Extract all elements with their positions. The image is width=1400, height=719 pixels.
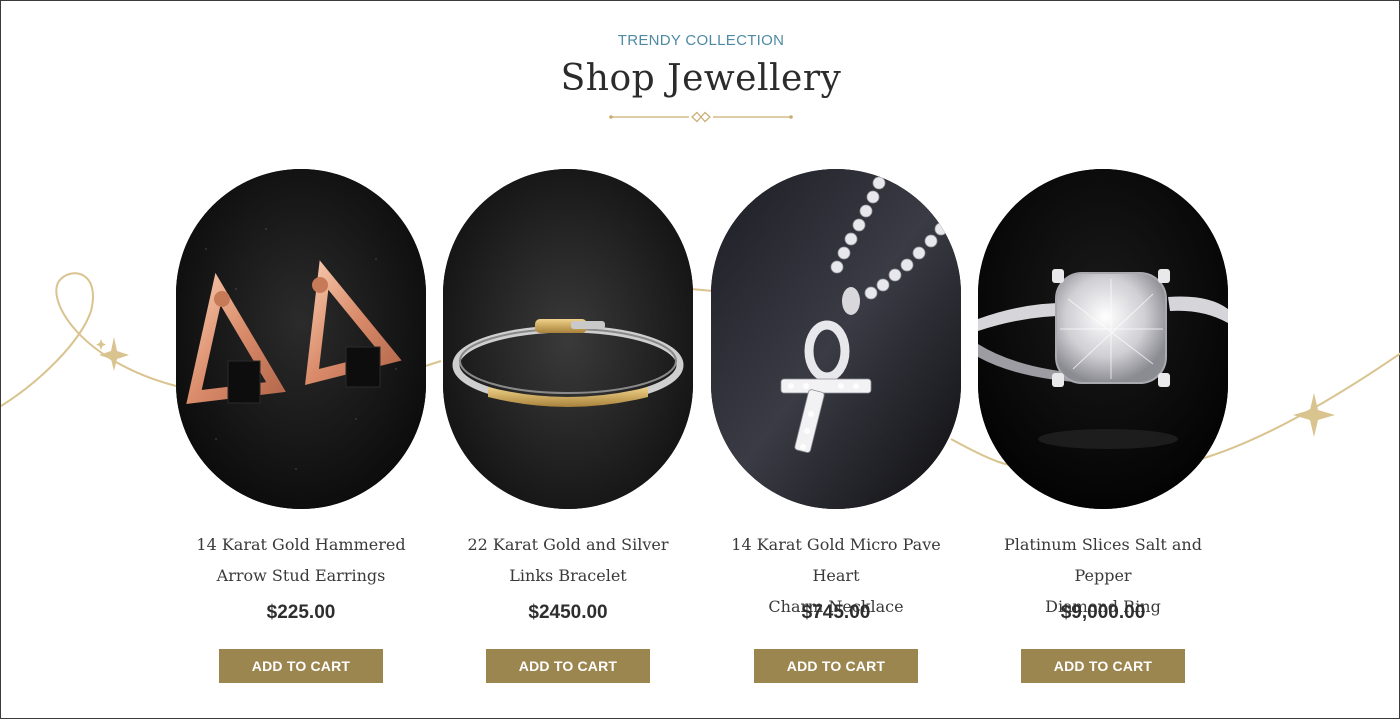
sparkle-icon <box>96 337 129 371</box>
product-image-ring[interactable] <box>978 169 1228 509</box>
product-card: 14 Karat Gold Micro Pave Heart Charm Nec… <box>702 169 970 683</box>
product-name-line: 14 Karat Gold Micro Pave Heart <box>731 535 941 585</box>
add-to-cart-button[interactable]: ADD TO CART <box>754 649 918 683</box>
product-name[interactable]: Platinum Slices Salt and Pepper Diamond … <box>969 529 1237 616</box>
product-card: Platinum Slices Salt and Pepper Diamond … <box>969 169 1237 683</box>
product-name[interactable]: 14 Karat Gold Micro Pave Heart Charm Nec… <box>702 529 970 616</box>
product-name-line: 22 Karat Gold and Silver <box>467 535 669 554</box>
add-to-cart-button[interactable]: ADD TO CART <box>486 649 650 683</box>
product-name-line: Links Bracelet <box>509 566 627 585</box>
add-to-cart-button[interactable]: ADD TO CART <box>219 649 383 683</box>
product-image-necklace[interactable] <box>711 169 961 509</box>
product-price: $225.00 <box>266 602 336 623</box>
product-name[interactable]: 22 Karat Gold and Silver Links Bracelet <box>434 529 702 591</box>
product-image-bracelet[interactable] <box>443 169 693 509</box>
product-name-line: Arrow Stud Earrings <box>216 566 386 585</box>
product-image-earrings[interactable] <box>176 169 426 509</box>
product-name[interactable]: 14 Karat Gold Hammered Arrow Stud Earrin… <box>167 529 435 591</box>
product-price: $745.00 <box>801 602 871 623</box>
ring-image <box>978 169 1228 509</box>
product-name-line: Platinum Slices Salt and Pepper <box>1004 535 1202 585</box>
product-card: 14 Karat Gold Hammered Arrow Stud Earrin… <box>167 169 435 683</box>
necklace-image <box>711 169 961 509</box>
page-title: Shop Jewellery <box>560 58 842 99</box>
product-grid: 14 Karat Gold Hammered Arrow Stud Earrin… <box>167 169 1237 699</box>
earrings-image <box>176 169 426 509</box>
section-eyebrow: TRENDY COLLECTION <box>617 32 785 49</box>
product-price: $9,000.00 <box>1060 602 1146 623</box>
sparkle-icon <box>1293 393 1335 437</box>
bracelet-image <box>443 169 693 509</box>
add-to-cart-button[interactable]: ADD TO CART <box>1021 649 1185 683</box>
product-card: 22 Karat Gold and Silver Links Bracelet … <box>434 169 702 683</box>
product-price: $2450.00 <box>528 602 608 623</box>
ornament-divider-icon <box>609 111 793 123</box>
section-header: TRENDY COLLECTION Shop Jewellery <box>1 31 1400 123</box>
product-name-line: 14 Karat Gold Hammered <box>196 535 406 554</box>
